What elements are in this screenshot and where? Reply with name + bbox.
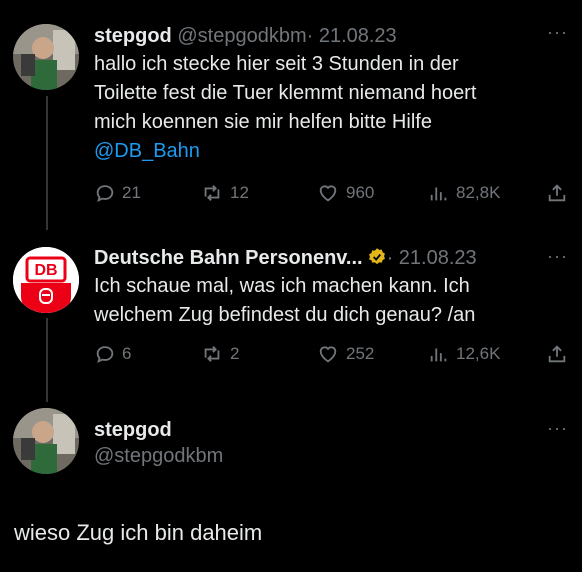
reply-button[interactable]: 21 — [94, 182, 141, 204]
views-icon — [430, 348, 447, 362]
repost-button[interactable]: 12 — [200, 182, 249, 204]
reply-icon — [96, 185, 114, 203]
tweet-text: hallo ich stecke hier seit 3 Stunden in … — [94, 50, 582, 166]
repost-icon — [204, 346, 220, 362]
tweet-actions: 6 2 252 12,6K — [94, 343, 566, 369]
user-avatar[interactable] — [13, 408, 79, 474]
like-button[interactable]: 252 — [316, 343, 374, 365]
tweet-text-line: Ich schaue mal, was ich machen kann. Ich — [94, 275, 470, 297]
share-icon — [548, 345, 566, 363]
repost-button[interactable]: 2 — [200, 343, 239, 365]
tweet-text-line: Toilette fest die Tuer klemmt niemand ho… — [94, 82, 477, 104]
mention-link[interactable]: @DB_Bahn — [94, 137, 582, 166]
user-handle[interactable]: @stepgodkbm — [177, 25, 306, 47]
tweet: Deutsche Bahn Personenv... · 21.08.23 Ich… — [94, 246, 582, 330]
share-button[interactable] — [546, 343, 568, 365]
tweet-author: stepgod @stepgodkbm — [94, 418, 582, 468]
tweet-date[interactable]: · 21.08.23 — [307, 25, 397, 47]
tweet-text-line: welchem Zug befindest du dich genau? /an — [94, 304, 476, 326]
reply-count: 6 — [122, 344, 132, 363]
view-count: 12,6K — [456, 344, 501, 363]
tweet-actions: 21 12 960 82,8K — [94, 182, 566, 208]
tweet-text-line: mich koennen sie mir helfen bitte Hilfe — [94, 111, 432, 133]
display-name[interactable]: Deutsche Bahn Personenv... — [94, 247, 363, 269]
reply-button[interactable]: 6 — [94, 343, 131, 365]
avatar-photo — [13, 24, 79, 90]
views-button[interactable]: 82,8K — [428, 182, 500, 204]
tweet-header: Deutsche Bahn Personenv... · 21.08.23 — [94, 246, 582, 270]
db-avatar[interactable]: DB — [13, 247, 79, 313]
repost-count: 2 — [230, 344, 240, 363]
tweet-text: Ich schaue mal, was ich machen kann. Ich… — [94, 272, 582, 330]
user-handle[interactable]: @stepgodkbm — [94, 444, 582, 468]
heart-icon — [319, 185, 337, 202]
like-button[interactable]: 960 — [316, 182, 374, 204]
like-count: 960 — [346, 183, 375, 202]
share-button[interactable] — [546, 182, 568, 204]
heart-icon — [319, 346, 337, 363]
avatar-photo — [13, 408, 79, 474]
reply-icon — [96, 346, 114, 364]
display-name[interactable]: stepgod — [94, 25, 172, 47]
main-tweet-text: wieso Zug ich bin daheim — [14, 520, 263, 545]
tweet: stepgod @stepgodkbm· 21.08.23 hallo ich … — [94, 24, 582, 166]
views-icon — [430, 187, 447, 201]
db-logo-text: DB — [34, 261, 58, 279]
reply-count: 21 — [122, 183, 141, 202]
thread-line — [46, 318, 48, 402]
view-count: 82,8K — [456, 183, 501, 202]
repost-icon — [204, 185, 220, 201]
tweet-date[interactable]: · 21.08.23 — [387, 247, 477, 269]
repost-count: 12 — [230, 183, 249, 202]
thread-line — [46, 96, 48, 230]
tweet-header: stepgod @stepgodkbm· 21.08.23 — [94, 24, 582, 48]
tweet-text-line: hallo ich stecke hier seit 3 Stunden in … — [94, 53, 459, 75]
share-icon — [548, 184, 566, 202]
like-count: 252 — [346, 344, 375, 363]
verified-badge-icon — [368, 248, 385, 265]
user-avatar[interactable] — [13, 24, 79, 90]
display-name[interactable]: stepgod — [94, 418, 582, 442]
views-button[interactable]: 12,6K — [428, 343, 500, 365]
